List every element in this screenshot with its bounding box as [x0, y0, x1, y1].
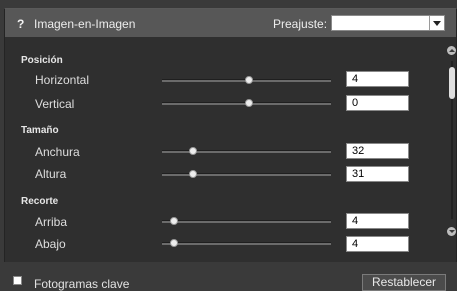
crop-bottom-slider[interactable] — [162, 239, 331, 247]
horizontal-label: Horizontal — [35, 73, 90, 87]
chevron-down-icon[interactable] — [429, 16, 444, 30]
scroll-thumb[interactable] — [449, 67, 455, 99]
height-slider-thumb[interactable] — [189, 170, 197, 178]
height-label: Altura — [35, 167, 67, 181]
vertical-slider[interactable] — [162, 99, 331, 107]
horizontal-slider[interactable] — [162, 76, 331, 84]
footer-bar: Fotogramas clave Restablecer — [0, 262, 457, 291]
vertical-slider-thumb[interactable] — [245, 99, 253, 107]
scroll-up-icon[interactable] — [447, 46, 456, 55]
crop-top-slider-thumb[interactable] — [170, 217, 178, 225]
keyframes-checkbox[interactable] — [13, 276, 22, 285]
vertical-input[interactable]: 0 — [346, 95, 409, 111]
panel-title: Imagen-en-Imagen — [34, 17, 136, 31]
section-title-crop: Recorte — [21, 196, 59, 207]
width-label: Anchura — [35, 145, 80, 159]
panel-header: ? Imagen-en-Imagen Preajuste: — [5, 9, 456, 37]
width-slider-thumb[interactable] — [189, 147, 197, 155]
keyframes-label: Fotogramas clave — [34, 277, 130, 291]
horizontal-slider-thumb[interactable] — [245, 76, 253, 84]
vertical-label: Vertical — [35, 97, 75, 111]
height-input[interactable]: 31 — [346, 166, 409, 182]
crop-bottom-input[interactable]: 4 — [346, 236, 409, 252]
crop-top-input[interactable]: 4 — [346, 213, 409, 229]
width-slider[interactable] — [162, 147, 331, 155]
help-icon[interactable]: ? — [17, 17, 24, 31]
vertical-scrollbar[interactable] — [445, 43, 457, 239]
preset-label: Preajuste: — [273, 17, 328, 31]
width-input[interactable]: 32 — [346, 143, 409, 159]
horizontal-input[interactable]: 4 — [346, 71, 409, 87]
section-title-position: Posición — [21, 55, 63, 66]
crop-bottom-slider-thumb[interactable] — [170, 239, 178, 247]
crop-bottom-label: Abajo — [35, 237, 66, 251]
preset-dropdown[interactable] — [331, 15, 445, 31]
pip-settings-panel: ? Imagen-en-Imagen Preajuste: Posición H… — [4, 8, 457, 263]
crop-top-label: Arriba — [35, 215, 68, 229]
reset-button[interactable]: Restablecer — [362, 274, 446, 291]
crop-top-slider[interactable] — [162, 217, 331, 225]
scroll-down-icon[interactable] — [447, 227, 456, 236]
section-title-size: Tamaño — [21, 125, 59, 136]
height-slider[interactable] — [162, 170, 331, 178]
